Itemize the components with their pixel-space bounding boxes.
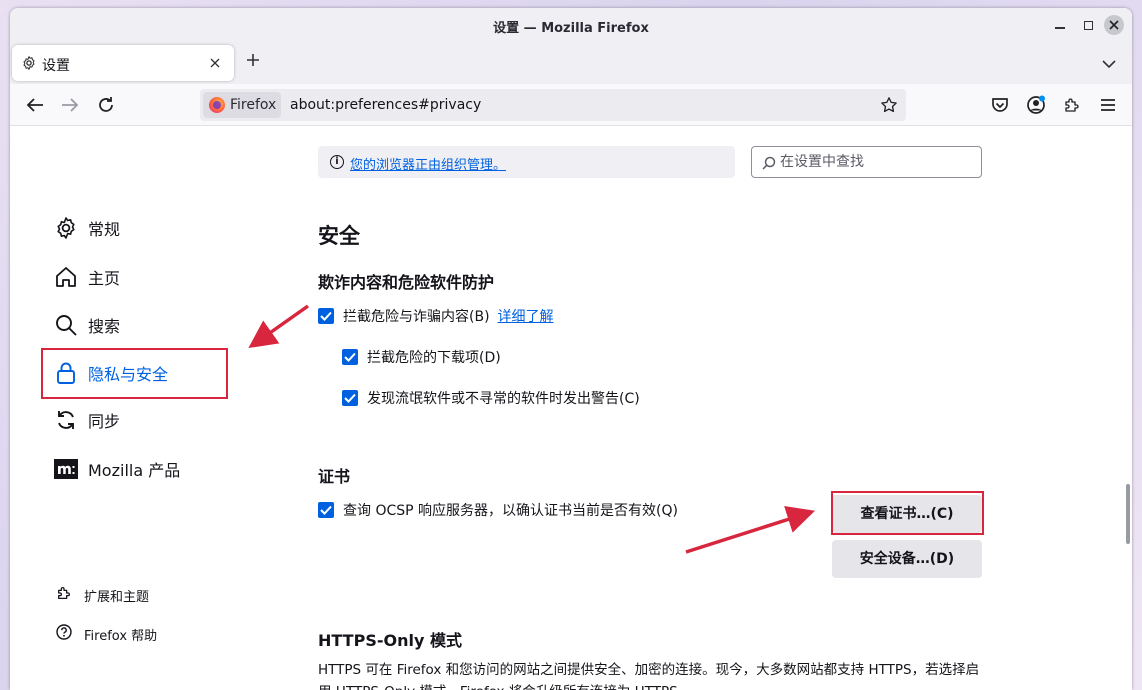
identity-box[interactable]: Firefox (203, 92, 281, 118)
maximize-button[interactable] (1078, 15, 1098, 35)
app-menu-button[interactable] (1097, 94, 1119, 116)
list-all-tabs-button[interactable] (1102, 54, 1116, 73)
reload-icon (99, 97, 113, 112)
home-icon (54, 265, 78, 289)
sidebar-item-label: 主页 (88, 269, 121, 288)
close-icon (1109, 20, 1119, 30)
sidebar-item-label: 搜索 (88, 317, 121, 336)
warn-unwanted-row: 发现流氓软件或不寻常的软件时发出警告(C) (342, 387, 640, 409)
annotation-box-certificates (831, 491, 984, 535)
ocsp-checkbox[interactable] (318, 502, 334, 518)
ocsp-label[interactable]: 查询 OCSP 响应服务器，以确认证书当前是否有效(Q) (343, 500, 678, 520)
pocket-button[interactable] (989, 94, 1011, 116)
security-devices-button[interactable]: 安全设备…(D) (832, 540, 982, 578)
managed-notice: i 您的浏览器正由组织管理。 (318, 146, 735, 178)
settings-search[interactable] (751, 146, 982, 178)
phishing-heading: 欺诈内容和危险软件防护 (318, 273, 495, 292)
bookmark-star-button[interactable] (880, 96, 898, 118)
extensions-button[interactable] (1061, 94, 1083, 116)
nav-bar: Firefox about:preferences#privacy (10, 84, 1132, 126)
minimize-button[interactable] (1050, 15, 1070, 35)
title-bar: 设置 — Mozilla Firefox (10, 8, 1132, 42)
tab-settings[interactable]: 设置 (12, 45, 234, 81)
check-icon (344, 393, 356, 403)
browser-window: 设置 — Mozilla Firefox 设置 Firefox about:pr… (10, 8, 1132, 690)
help-icon (56, 624, 72, 644)
sidebar-link-label: 扩展和主题 (84, 589, 150, 605)
sidebar-item-label: 常规 (88, 220, 121, 239)
sidebar-item-label: Mozilla 产品 (88, 461, 181, 480)
url-bar[interactable]: Firefox about:preferences#privacy (200, 89, 906, 121)
sidebar-link-label: Firefox 帮助 (84, 628, 158, 644)
tab-strip: 设置 (10, 42, 1132, 84)
sidebar-link-help[interactable]: Firefox 帮助 (56, 623, 157, 645)
managed-policies-link[interactable]: 您的浏览器正由组织管理。 (350, 154, 506, 173)
block-dangerous-checkbox[interactable] (318, 308, 334, 324)
sidebar-item-mozilla-products[interactable]: Mozilla 产品 (54, 453, 180, 485)
back-button[interactable] (24, 94, 46, 116)
sidebar-item-sync[interactable]: 同步 (54, 404, 120, 436)
ocsp-row: 查询 OCSP 响应服务器，以确认证书当前是否有效(Q) (318, 499, 678, 521)
block-downloads-row: 拦截危险的下载项(D) (342, 346, 501, 368)
scrollbar[interactable] (1124, 126, 1132, 690)
learn-more-link[interactable]: 详细了解 (498, 306, 554, 326)
sidebar-item-general[interactable]: 常规 (54, 212, 120, 244)
hamburger-icon (1101, 99, 1115, 111)
tab-label: 设置 (42, 58, 70, 74)
annotation-box-privacy (41, 348, 228, 399)
sidebar-item-label: 同步 (88, 412, 121, 431)
mozilla-logo-icon (54, 457, 78, 481)
search-icon (54, 313, 78, 337)
reload-button[interactable] (95, 94, 117, 116)
info-icon: i (330, 155, 344, 169)
forward-button[interactable] (59, 94, 81, 116)
https-only-heading: HTTPS-Only 模式 (318, 631, 462, 650)
sidebar-link-addons[interactable]: 扩展和主题 (56, 584, 149, 606)
maximize-icon (1083, 20, 1093, 30)
check-icon (320, 505, 332, 515)
search-input[interactable] (780, 151, 976, 173)
arrow-left-icon (26, 98, 43, 112)
block-dangerous-label[interactable]: 拦截危险与诈骗内容(B) (343, 306, 490, 326)
check-icon (344, 352, 356, 362)
puzzle-icon (56, 585, 72, 605)
identity-label: Firefox (230, 97, 277, 113)
search-icon (762, 155, 776, 174)
tab-close-button[interactable] (210, 53, 220, 72)
certificates-heading: 证书 (318, 467, 351, 486)
star-icon (881, 97, 897, 113)
close-window-button[interactable] (1104, 15, 1124, 35)
warn-unwanted-label[interactable]: 发现流氓软件或不寻常的软件时发出警告(C) (367, 388, 640, 408)
scrollbar-thumb[interactable] (1126, 484, 1130, 544)
sync-icon (54, 408, 78, 432)
gear-icon (21, 55, 37, 75)
account-icon (1027, 95, 1045, 114)
window-title: 设置 — Mozilla Firefox (493, 21, 649, 36)
new-tab-button[interactable] (246, 50, 260, 72)
puzzle-icon (1065, 98, 1079, 112)
block-dangerous-row: 拦截危险与诈骗内容(B) 详细了解 (318, 305, 554, 327)
block-downloads-checkbox[interactable] (342, 349, 358, 365)
sidebar-item-search[interactable]: 搜索 (54, 309, 120, 341)
block-downloads-label[interactable]: 拦截危险的下载项(D) (367, 347, 501, 367)
sidebar-item-home[interactable]: 主页 (54, 261, 120, 293)
gear-icon (54, 216, 78, 240)
pocket-icon (992, 98, 1008, 112)
plus-icon (247, 54, 259, 66)
chevron-down-icon (1102, 60, 1116, 69)
close-icon (210, 58, 220, 68)
account-button[interactable] (1025, 94, 1047, 116)
minimize-icon (1055, 27, 1065, 29)
url-text[interactable]: about:preferences#privacy (290, 97, 481, 113)
preferences-content: i 您的浏览器正由组织管理。 常规 主页 搜索 (10, 126, 1132, 690)
section-title: 安全 (318, 224, 360, 248)
https-only-description: HTTPS 可在 Firefox 和您访问的网站之间提供安全、加密的连接。现今，… (318, 662, 980, 690)
arrow-right-icon (62, 98, 79, 112)
firefox-logo-icon (209, 97, 225, 113)
warn-unwanted-checkbox[interactable] (342, 390, 358, 406)
check-icon (320, 311, 332, 321)
